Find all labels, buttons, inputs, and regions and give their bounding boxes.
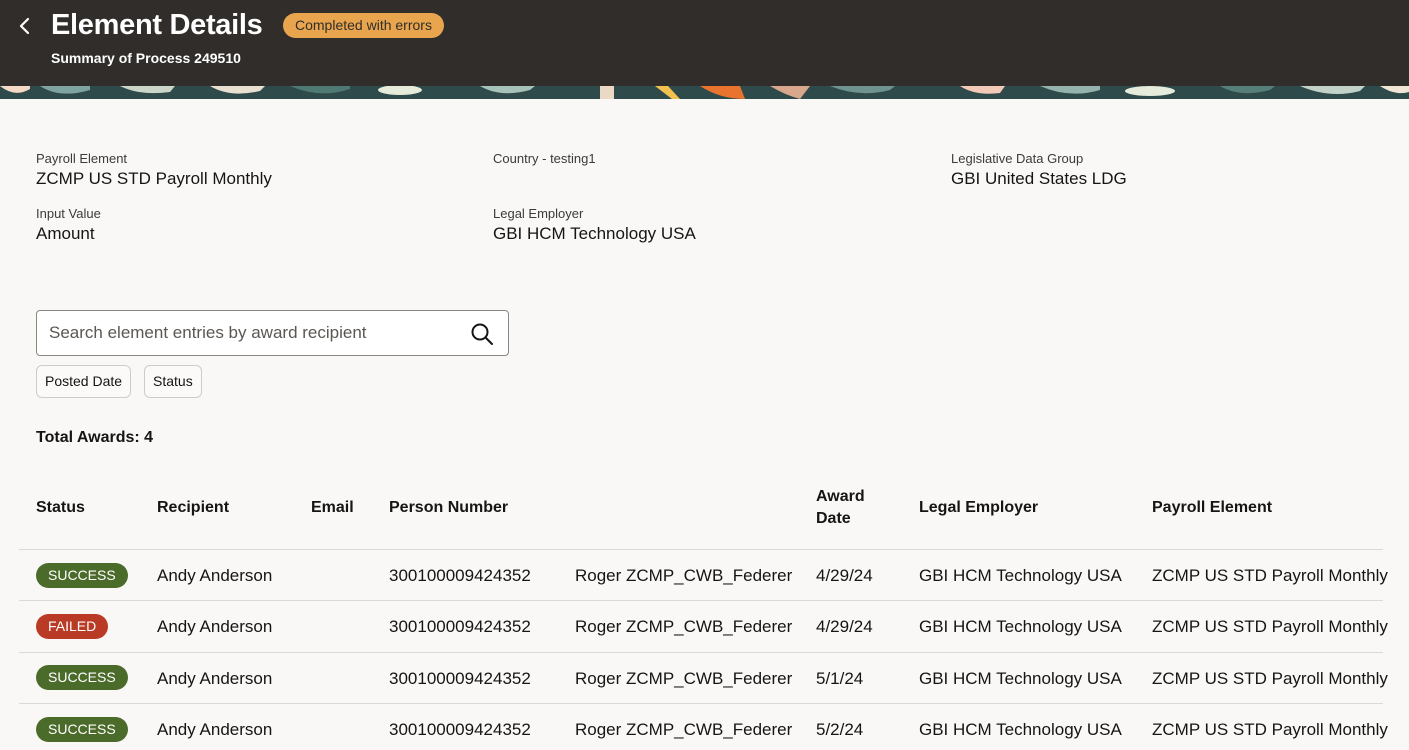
status-badge: FAILED: [36, 614, 109, 639]
column-header-legal-employer[interactable]: Legal Employer: [919, 497, 1038, 519]
column-header-status[interactable]: Status: [36, 497, 85, 519]
process-status-badge: Completed with errors: [283, 13, 444, 38]
award-date-cell: 4/29/24: [816, 566, 873, 585]
row-divider: [19, 652, 1383, 653]
input-value-label: Input Value: [36, 206, 101, 221]
status-badge: SUCCESS: [36, 563, 128, 588]
legislative-data-group-value: GBI United States LDG: [951, 169, 1127, 188]
column-header-person-number[interactable]: Person Number: [389, 497, 508, 519]
country-field: Country - testing1: [493, 151, 596, 166]
legal-employer-cell: GBI HCM Technology USA: [919, 566, 1122, 585]
page-title: Element Details: [51, 9, 263, 41]
legal-employer-cell: GBI HCM Technology USA: [919, 720, 1122, 739]
column-header-email[interactable]: Email: [311, 497, 354, 519]
legislative-data-group-label: Legislative Data Group: [951, 151, 1084, 166]
chevron-left-icon: [19, 17, 30, 35]
search-input[interactable]: [49, 311, 459, 355]
payroll-element-label: Payroll Element: [36, 151, 128, 166]
input-value-value: Amount: [36, 224, 95, 243]
column-header-award-date[interactable]: Award Date: [816, 486, 865, 530]
search-icon[interactable]: [470, 322, 494, 346]
row-divider: [19, 703, 1383, 704]
input-value-field: Input Value Amount: [36, 206, 101, 244]
row-divider: [19, 549, 1383, 550]
status-badge: SUCCESS: [36, 665, 128, 690]
legislative-data-group-field: Legislative Data Group GBI United States…: [951, 151, 1127, 189]
status-badge: SUCCESS: [36, 717, 128, 742]
page-subtitle: Summary of Process 249510: [51, 50, 241, 66]
manager-cell: Roger ZCMP_CWB_Federer: [575, 720, 793, 739]
filter-status[interactable]: Status: [144, 365, 202, 398]
recipient-cell: Andy Anderson: [157, 720, 273, 739]
column-header-recipient[interactable]: Recipient: [157, 497, 229, 519]
recipient-cell: Andy Anderson: [157, 617, 273, 636]
legal-employer-field: Legal Employer GBI HCM Technology USA: [493, 206, 696, 244]
payroll-element-cell: ZCMP US STD Payroll Monthly: [1152, 617, 1388, 636]
person-number-cell: 300100009424352: [389, 669, 531, 688]
payroll-element-cell: ZCMP US STD Payroll Monthly: [1152, 669, 1388, 688]
payroll-element-value: ZCMP US STD Payroll Monthly: [36, 169, 272, 188]
column-header-award-date-line1: Award: [816, 488, 865, 505]
award-date-cell: 4/29/24: [816, 617, 873, 636]
manager-cell: Roger ZCMP_CWB_Federer: [575, 617, 793, 636]
column-header-payroll-element[interactable]: Payroll Element: [1152, 497, 1272, 519]
award-date-cell: 5/2/24: [816, 720, 864, 739]
filter-posted-date[interactable]: Posted Date: [36, 365, 132, 398]
country-label: Country - testing1: [493, 151, 596, 166]
award-date-cell: 5/1/24: [816, 669, 864, 688]
manager-cell: Roger ZCMP_CWB_Federer: [575, 566, 793, 585]
column-header-award-date-line2: Date: [816, 510, 851, 527]
legal-employer-cell: GBI HCM Technology USA: [919, 617, 1122, 636]
decorative-banner: [0, 86, 1409, 99]
back-button[interactable]: [12, 12, 38, 40]
payroll-element-cell: ZCMP US STD Payroll Monthly: [1152, 566, 1388, 585]
row-divider: [19, 600, 1383, 601]
page-header: Element Details Completed with errors Su…: [0, 0, 1409, 86]
payroll-element-cell: ZCMP US STD Payroll Monthly: [1152, 720, 1388, 739]
recipient-cell: Andy Anderson: [157, 669, 273, 688]
manager-cell: Roger ZCMP_CWB_Federer: [575, 669, 793, 688]
person-number-cell: 300100009424352: [389, 617, 531, 636]
legal-employer-value: GBI HCM Technology USA: [493, 224, 696, 243]
person-number-cell: 300100009424352: [389, 720, 531, 739]
search-box: [36, 310, 509, 356]
legal-employer-cell: GBI HCM Technology USA: [919, 669, 1122, 688]
person-number-cell: 300100009424352: [389, 566, 531, 585]
legal-employer-label: Legal Employer: [493, 206, 584, 221]
recipient-cell: Andy Anderson: [157, 566, 273, 585]
total-awards: Total Awards: 4: [36, 429, 154, 446]
payroll-element-field: Payroll Element ZCMP US STD Payroll Mont…: [36, 151, 272, 189]
